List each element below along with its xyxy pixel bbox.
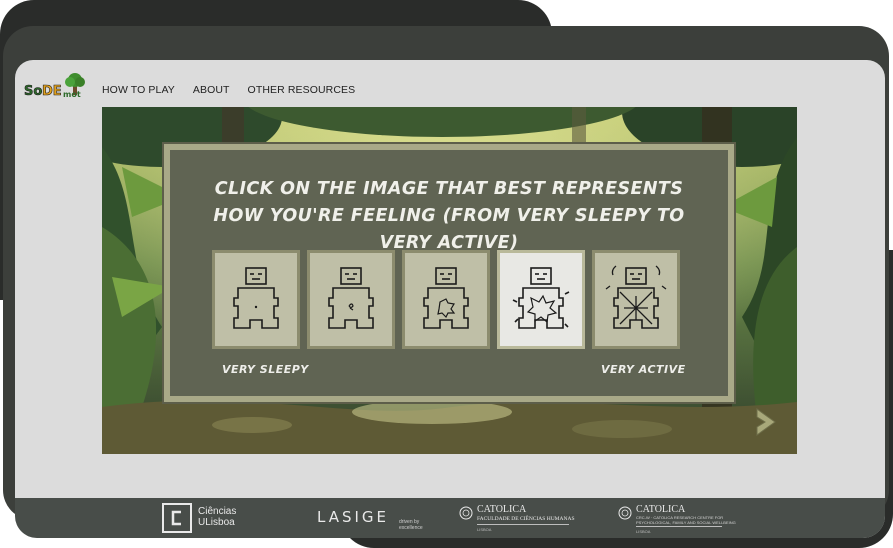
calm-figure-icon <box>328 267 374 329</box>
logo-image: So DE mot <box>24 73 85 99</box>
neutral-figure-icon <box>423 267 469 329</box>
scale-label-max: VERY ACTIVE <box>601 363 686 376</box>
mood-option-4[interactable] <box>497 250 585 349</box>
question-prompt: Click on the image that best represents … <box>213 179 685 253</box>
svg-text:DE: DE <box>42 84 62 99</box>
question-panel: Click on the image that best represents … <box>164 144 734 402</box>
catolica1-divider <box>477 524 569 525</box>
scale-label-min: VERY SLEEPY <box>222 363 309 376</box>
main-nav: HOW TO PLAY ABOUT OTHER RESOURCES <box>102 84 355 96</box>
catolica-seal-icon <box>618 506 632 520</box>
app-logo[interactable]: So DE mot <box>23 72 89 100</box>
catolica1-sub: FACULDADE DE CIÊNCIAS HUMANAS <box>477 516 575 522</box>
svg-text:So: So <box>24 84 42 99</box>
mood-option-5[interactable] <box>592 250 680 349</box>
catolica2-city: LISBOA <box>636 529 651 534</box>
ciencias-line1: Ciências <box>198 506 237 517</box>
ciencias-mark-icon <box>162 503 192 533</box>
ciencias-ulisboa-logo[interactable]: Ciências ULisboa <box>162 502 252 534</box>
mood-option-1[interactable] <box>212 250 300 349</box>
chevron-right-icon[interactable] <box>753 407 779 437</box>
catolica-fch-logo[interactable]: CATOLICA FACULDADE DE CIÊNCIAS HUMANAS L… <box>459 502 579 534</box>
sleepy-figure-icon <box>233 267 279 329</box>
footer: Ciências ULisboa LASIGE driven by excell… <box>15 498 885 538</box>
catolica-seal-icon <box>459 506 473 520</box>
game-stage: Click on the image that best represents … <box>102 107 797 454</box>
nav-other-resources[interactable]: OTHER RESOURCES <box>248 84 356 96</box>
ciencias-line2: ULisboa <box>198 517 235 528</box>
lasige-name: LASIGE <box>317 508 390 526</box>
catolica1-name: CATOLICA <box>477 504 527 515</box>
catolica1-city: LISBOA <box>477 527 492 532</box>
app-screen: So DE mot HOW TO PLAY ABOUT OTHER RESOUR… <box>15 60 885 538</box>
catolica2-sub2: PSYCHOLOGICAL, FAMILY AND SOCIAL WELLBEI… <box>636 520 736 525</box>
svg-text:mot: mot <box>63 90 81 99</box>
lasige-tag2: excellence <box>399 525 423 531</box>
catolica2-name: CATOLICA <box>636 504 686 515</box>
catolica2-divider <box>636 526 722 527</box>
catolica-crcw-logo[interactable]: CATOLICA CRC-W · CATOLICA RESEARCH CENTR… <box>618 502 738 534</box>
mood-option-3[interactable] <box>402 250 490 349</box>
lively-figure-icon <box>512 267 570 329</box>
nav-about[interactable]: ABOUT <box>193 84 230 96</box>
lasige-logo[interactable]: LASIGE driven by excellence <box>317 502 427 534</box>
device-frame: So DE mot HOW TO PLAY ABOUT OTHER RESOUR… <box>3 26 889 538</box>
mood-option-2[interactable] <box>307 250 395 349</box>
active-figure-icon <box>605 265 667 329</box>
nav-how-to-play[interactable]: HOW TO PLAY <box>102 84 175 96</box>
